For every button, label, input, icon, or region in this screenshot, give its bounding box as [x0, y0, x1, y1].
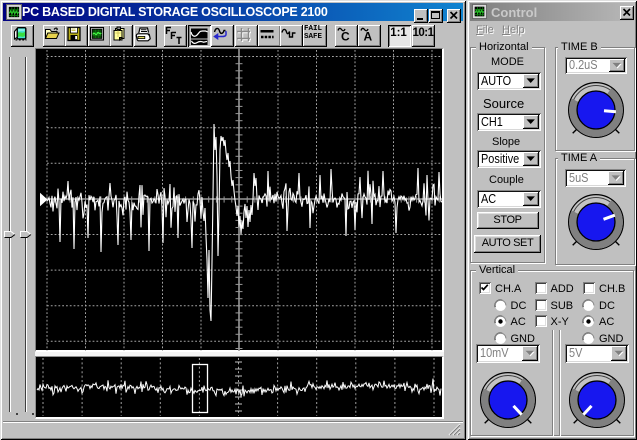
svg-text:C: C	[341, 30, 350, 44]
svg-text:A: A	[363, 30, 372, 44]
